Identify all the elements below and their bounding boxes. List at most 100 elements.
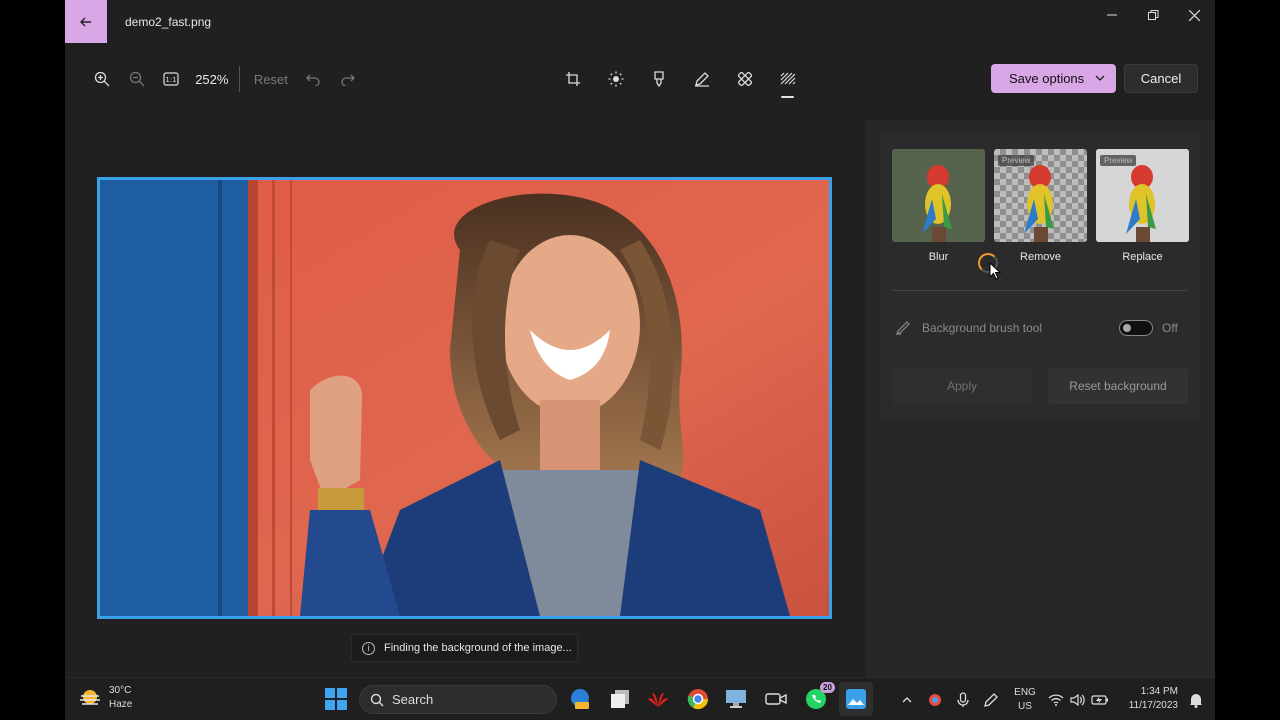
background-panel: Blur Preview Remove Preview Replace Back… (865, 120, 1215, 677)
background-icon (780, 72, 795, 85)
language-indicator[interactable]: ENG US (1005, 686, 1045, 714)
taskbar-app-files[interactable] (607, 686, 633, 712)
status-toast-text: Finding the background of the image... (384, 642, 572, 654)
back-arrow-icon (80, 17, 91, 26)
svg-text:1:1: 1:1 (166, 76, 177, 84)
brush-tool-state: Off (1162, 321, 1178, 335)
system-tray: ENG US (893, 678, 1111, 720)
wifi-button[interactable] (1045, 682, 1067, 718)
actual-size-button[interactable]: 1:1 (154, 61, 189, 97)
tray-app-button[interactable] (921, 682, 949, 718)
remove-option[interactable]: Preview Remove (994, 149, 1087, 263)
panel-divider (892, 290, 1187, 291)
taskbar-app-huawei[interactable] (645, 686, 671, 712)
preview-tag: Preview (998, 155, 1035, 166)
toolbar-separator (238, 66, 240, 92)
speaker-icon (1070, 693, 1085, 706)
crop-tool-button[interactable] (551, 60, 594, 98)
parrot-image (892, 149, 985, 242)
wifi-icon (1048, 693, 1064, 706)
restore-icon (1147, 9, 1158, 20)
minimize-button[interactable] (1092, 6, 1132, 24)
window-title: demo2_fast.png (125, 15, 212, 29)
taskbar-app-whatsapp[interactable]: 20 (803, 682, 835, 712)
photos-app-window: demo2_fast.png 1:1 252% Reset Save optio… (65, 0, 1215, 677)
chrome-icon (687, 689, 709, 710)
taskbar-app-camera[interactable] (763, 686, 789, 712)
markup-tool-button[interactable] (637, 60, 680, 98)
weather-widget[interactable]: 30°C Haze (79, 684, 132, 712)
erase-tool-button[interactable] (723, 60, 766, 98)
brush-tool-label: Background brush tool (922, 321, 1043, 335)
notification-bell-icon (1190, 694, 1202, 708)
volume-button[interactable] (1067, 682, 1089, 718)
adjust-tool-button[interactable] (594, 60, 637, 98)
replace-option[interactable]: Preview Replace (1096, 149, 1189, 263)
background-options-card: Blur Preview Remove Preview Replace Back… (880, 134, 1200, 419)
background-tool-button[interactable] (766, 60, 809, 98)
restore-button[interactable] (1133, 6, 1173, 24)
battery-button[interactable] (1089, 682, 1111, 718)
microphone-button[interactable] (949, 682, 977, 718)
reset-background-button[interactable]: Reset background (1048, 368, 1188, 404)
reset-button[interactable]: Reset (246, 72, 296, 87)
status-toast: i Finding the background of the image... (351, 634, 578, 662)
clock-date: 11/17/2023 (1128, 700, 1178, 711)
taskbar-app-chrome[interactable] (685, 686, 711, 712)
toggle-knob (1123, 324, 1131, 332)
pen-icon (984, 692, 998, 707)
taskbar-search[interactable]: Search (359, 685, 557, 714)
blur-thumbnail (892, 149, 985, 242)
markup-icon (653, 71, 664, 87)
title-bar: demo2_fast.png (65, 0, 1215, 44)
actual-size-icon: 1:1 (163, 72, 180, 86)
brush-tool-toggle[interactable] (1119, 320, 1153, 336)
zoom-in-button[interactable] (85, 61, 120, 97)
remove-option-label: Remove (1020, 251, 1061, 263)
language-line2: US (1018, 700, 1032, 712)
chevron-up-icon (902, 696, 912, 702)
brightness-icon (608, 71, 623, 87)
edited-photo[interactable] (97, 177, 832, 619)
blur-option-label: Blur (928, 251, 949, 263)
language-line1: ENG (1014, 686, 1036, 698)
undo-icon (306, 74, 320, 86)
whatsapp-badge: 20 (820, 682, 835, 693)
pen-menu-button[interactable] (977, 682, 1005, 718)
close-button[interactable] (1174, 6, 1214, 24)
apply-button[interactable]: Apply (892, 368, 1032, 404)
taskbar-app-photos[interactable] (839, 682, 873, 716)
zoom-toolbar: 1:1 252% Reset (85, 60, 365, 98)
brush-icon (896, 321, 910, 335)
close-icon (1188, 9, 1200, 21)
edit-tools-toolbar (551, 60, 809, 98)
clock-time: 1:34 PM (1140, 686, 1178, 697)
image-canvas: i Finding the background of the image... (65, 120, 865, 677)
huawei-icon (648, 693, 668, 707)
mouse-cursor-icon (989, 262, 1001, 280)
clock[interactable]: 1:34 PM 11/17/2023 (1120, 685, 1178, 713)
pen-icon (694, 72, 709, 87)
replace-thumbnail: Preview (1096, 149, 1189, 242)
cancel-button[interactable]: Cancel (1124, 64, 1198, 93)
save-options-button[interactable]: Save options (991, 64, 1116, 93)
colorful-app-icon (929, 693, 941, 706)
file-explorer-icon (611, 690, 629, 708)
redo-icon (341, 74, 355, 86)
notifications-button[interactable] (1182, 682, 1210, 718)
start-button[interactable] (325, 688, 347, 715)
zoom-level[interactable]: 252% (191, 72, 233, 87)
info-icon: i (362, 641, 375, 655)
zoom-out-button[interactable] (120, 61, 155, 97)
back-button[interactable] (65, 0, 107, 43)
zoom-in-icon (95, 71, 110, 87)
weather-temperature: 30°C (109, 685, 132, 696)
draw-tool-button[interactable] (680, 60, 723, 98)
blur-option[interactable]: Blur (892, 149, 985, 263)
show-hidden-icons-button[interactable] (893, 682, 921, 718)
redo-button[interactable] (330, 61, 365, 97)
remote-desktop-icon (726, 690, 746, 708)
undo-button[interactable] (296, 61, 331, 97)
taskbar-app-edge-pre[interactable] (567, 686, 593, 712)
taskbar-app-remote[interactable] (723, 686, 749, 712)
